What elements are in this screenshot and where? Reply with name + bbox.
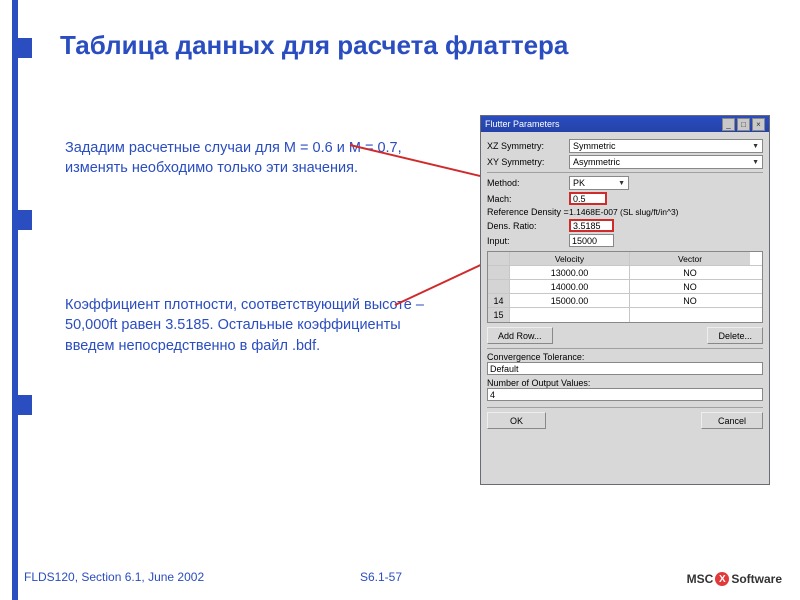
- table-row[interactable]: 14000.00 NO: [488, 280, 762, 294]
- table-header-vector: Vector: [630, 252, 750, 265]
- flutter-dialog: Flutter Parameters _ □ × XZ Symmetry: Sy…: [480, 115, 770, 485]
- xz-symmetry-select[interactable]: Symmetric ▼: [569, 139, 763, 153]
- row-velocity: [510, 308, 630, 322]
- row-velocity: 14000.00: [510, 280, 630, 293]
- divider: [487, 348, 763, 349]
- row-velocity: 13000.00: [510, 266, 630, 279]
- side-stripe: [12, 0, 18, 600]
- bullet-square: [12, 38, 32, 58]
- row-velocity: 15000.00: [510, 294, 630, 307]
- row-index: [488, 266, 510, 279]
- row-vector: [630, 308, 750, 322]
- row-index: 15: [488, 308, 510, 322]
- xy-symmetry-label: XY Symmetry:: [487, 157, 569, 167]
- table-row[interactable]: 13000.00 NO: [488, 266, 762, 280]
- method-select[interactable]: PK ▼: [569, 176, 629, 190]
- xz-symmetry-label: XZ Symmetry:: [487, 141, 569, 151]
- table-row[interactable]: 15: [488, 308, 762, 322]
- logo-b: Software: [731, 572, 782, 586]
- msc-logo: MSC X Software: [687, 572, 782, 586]
- divider: [487, 172, 763, 173]
- mach-label: Mach:: [487, 194, 569, 204]
- chevron-down-icon: ▼: [752, 143, 759, 150]
- row-index: [488, 280, 510, 293]
- input-field[interactable]: 15000: [569, 234, 614, 247]
- nout-label: Number of Output Values:: [487, 378, 763, 388]
- convergence-input[interactable]: Default: [487, 362, 763, 375]
- table-header-velocity: Velocity: [510, 252, 630, 265]
- refdensity-label: Reference Density =: [487, 207, 569, 217]
- row-vector: NO: [630, 266, 750, 279]
- table-row[interactable]: 14 15000.00 NO: [488, 294, 762, 308]
- divider: [487, 407, 763, 408]
- row-vector: NO: [630, 280, 750, 293]
- table-header-index: [488, 252, 510, 265]
- input-label: Input:: [487, 236, 569, 246]
- xy-symmetry-select[interactable]: Asymmetric ▼: [569, 155, 763, 169]
- velocity-table: Velocity Vector 13000.00 NO 14000.00 NO …: [487, 251, 763, 323]
- row-index: 14: [488, 294, 510, 307]
- cancel-button[interactable]: Cancel: [701, 412, 763, 429]
- paragraph-1: Зададим расчетные случаи для M = 0.6 и M…: [65, 138, 435, 179]
- close-button[interactable]: ×: [752, 118, 765, 131]
- logo-a: MSC: [687, 572, 714, 586]
- xz-symmetry-value: Symmetric: [573, 141, 616, 151]
- method-value: PK: [573, 178, 585, 188]
- dialog-titlebar: Flutter Parameters _ □ ×: [481, 116, 769, 132]
- row-vector: NO: [630, 294, 750, 307]
- densratio-label: Dens. Ratio:: [487, 221, 569, 231]
- chevron-down-icon: ▼: [752, 159, 759, 166]
- refdensity-value: 1.1468E-007 (SL slug/ft/in^3): [569, 207, 679, 217]
- nout-input[interactable]: 4: [487, 388, 763, 401]
- dialog-title-text: Flutter Parameters: [485, 119, 560, 129]
- convergence-label: Convergence Tolerance:: [487, 352, 763, 362]
- logo-x-icon: X: [715, 572, 729, 586]
- ok-button[interactable]: OK: [487, 412, 546, 429]
- maximize-button[interactable]: □: [737, 118, 750, 131]
- chevron-down-icon: ▼: [618, 180, 625, 187]
- footer-center: S6.1-57: [360, 570, 402, 584]
- bullet-square: [12, 395, 32, 415]
- paragraph-2: Коэффициент плотности, соответствующий в…: [65, 295, 445, 356]
- densratio-input[interactable]: 3.5185: [569, 219, 614, 232]
- footer-left: FLDS120, Section 6.1, June 2002: [24, 570, 204, 584]
- xy-symmetry-value: Asymmetric: [573, 157, 620, 167]
- mach-input[interactable]: 0.5: [569, 192, 607, 205]
- method-label: Method:: [487, 178, 569, 188]
- add-row-button[interactable]: Add Row...: [487, 327, 553, 344]
- page-title: Таблица данных для расчета флаттера: [60, 30, 760, 61]
- minimize-button[interactable]: _: [722, 118, 735, 131]
- bullet-square: [12, 210, 32, 230]
- delete-button[interactable]: Delete...: [707, 327, 763, 344]
